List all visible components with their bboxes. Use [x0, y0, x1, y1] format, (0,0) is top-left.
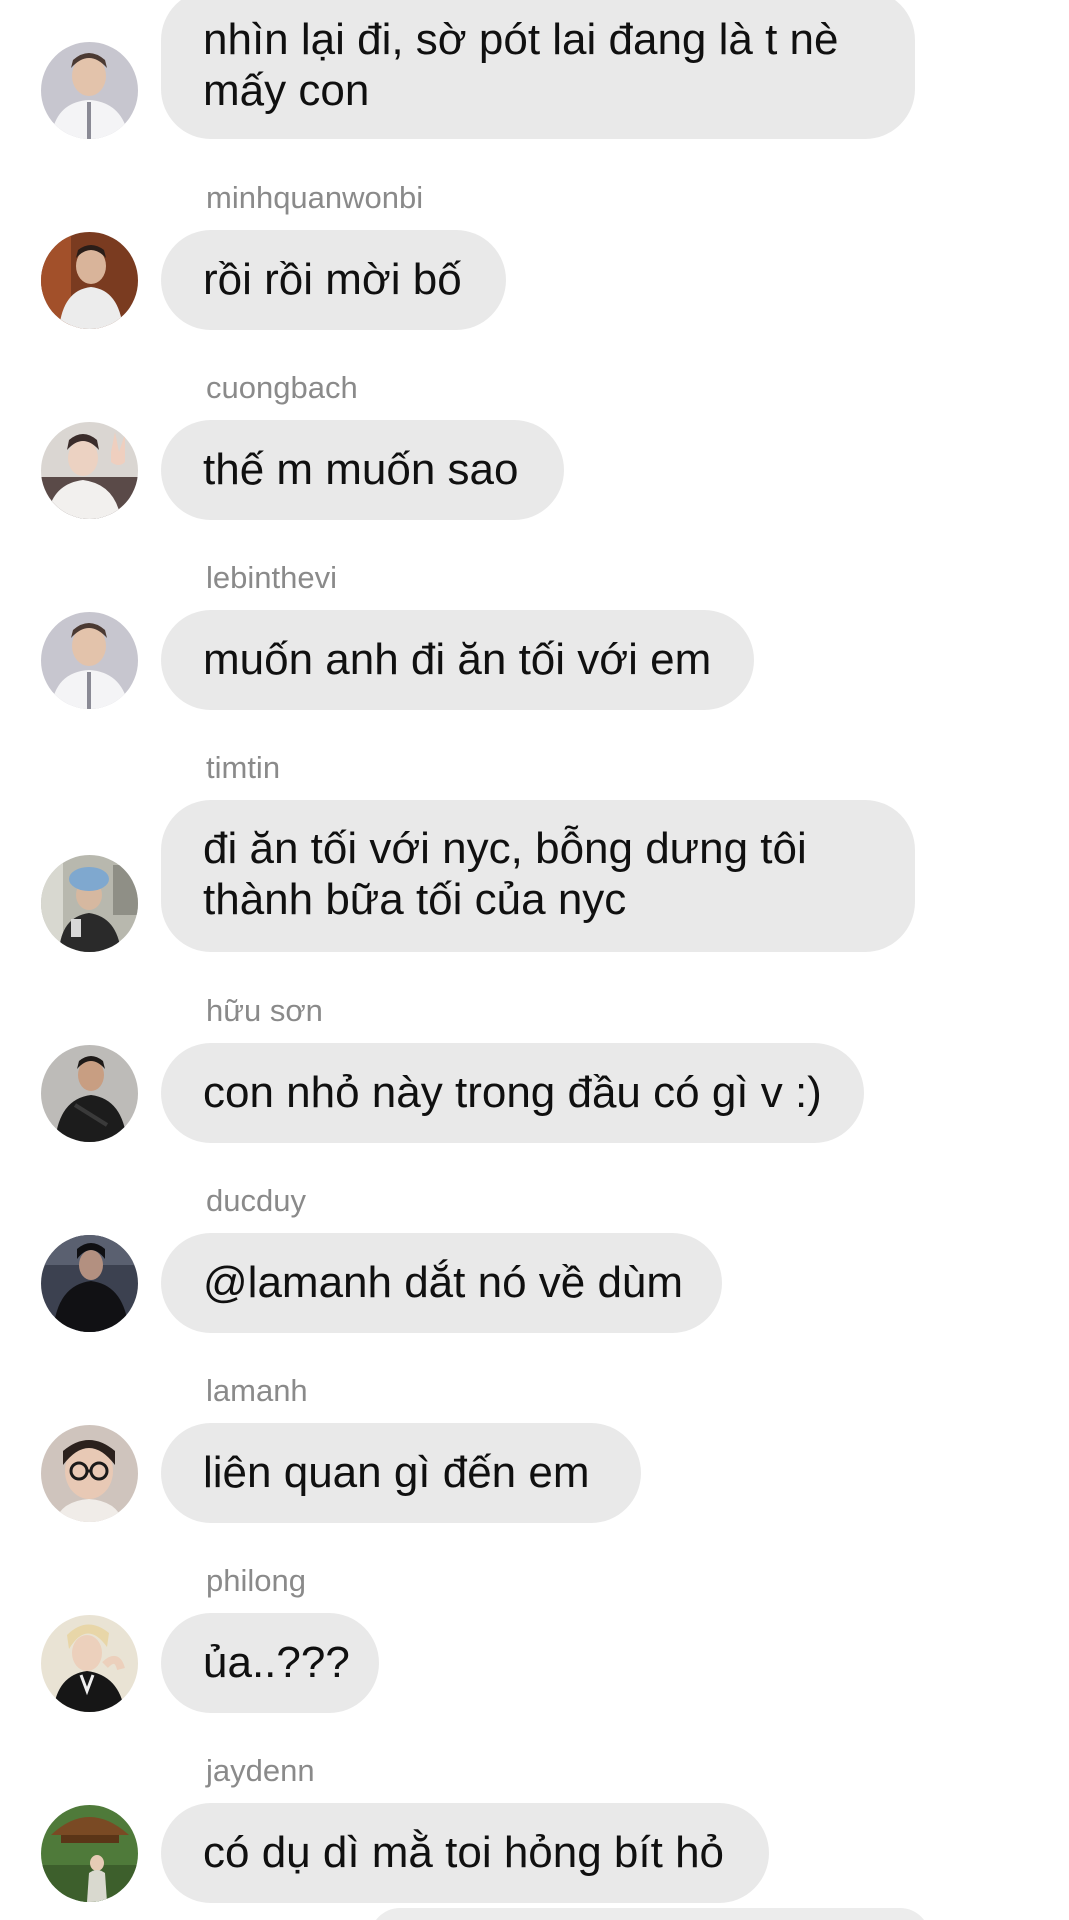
message-bubble[interactable]: liên quan gì đến em	[161, 1423, 641, 1523]
sender-name[interactable]: jaydenn	[206, 1753, 315, 1789]
sender-name[interactable]: minhquanwonbi	[206, 180, 423, 216]
sender-name[interactable]: lebinthevi	[206, 560, 337, 596]
avatar-blue-hat-icon[interactable]	[41, 855, 138, 952]
message-bubble[interactable]: thế m muốn sao	[161, 420, 564, 520]
message-line: thành bữa tối của nyc	[203, 875, 627, 924]
message-bubble[interactable]: @lamanh dắt nó về dùm	[161, 1233, 722, 1333]
sender-name[interactable]: philong	[206, 1563, 306, 1599]
sender-name[interactable]: lamanh	[206, 1373, 308, 1409]
avatar-glasses-icon[interactable]	[41, 1425, 138, 1522]
message-line: con nhỏ này trong đầu có gì v :)	[203, 1068, 822, 1117]
message-line: @lamanh dắt nó về dùm	[203, 1258, 684, 1307]
sender-name[interactable]: timtin	[206, 750, 280, 786]
message-bubble[interactable]: muốn anh đi ăn tối với em	[161, 610, 754, 710]
message-bubble[interactable]: nhìn lại đi, sờ pót lai đang là t nè mấy…	[161, 0, 915, 139]
avatar-brown-room-icon[interactable]	[41, 232, 138, 329]
message-bubble[interactable]: có dụ dì mằ toi hỏng bít hỏ	[161, 1803, 769, 1903]
message-line: nhìn lại đi, sờ pót lai đang là t nè	[203, 15, 839, 64]
message-line: rồi rồi mời bố	[203, 255, 462, 304]
next-message-bubble[interactable]	[370, 1908, 930, 1920]
chat-thread: nhìn lại đi, sờ pót lai đang là t nè mấy…	[0, 0, 1069, 1920]
message-bubble[interactable]: rồi rồi mời bố	[161, 230, 506, 330]
message-line: đi ăn tối với nyc, bỗng dưng tôi	[203, 824, 807, 873]
avatar-peace-sign-icon[interactable]	[41, 422, 138, 519]
avatar-blond-hair-icon[interactable]	[41, 1615, 138, 1712]
message-line: mấy con	[203, 66, 370, 115]
message-bubble[interactable]: ủa..???	[161, 1613, 379, 1713]
message-line: liên quan gì đến em	[203, 1448, 590, 1497]
message-line: ủa..???	[203, 1638, 350, 1687]
message-bubble[interactable]: đi ăn tối với nyc, bỗng dưng tôi thành b…	[161, 800, 915, 952]
sender-name[interactable]: hữu sơn	[206, 993, 323, 1029]
sender-name[interactable]: ducduy	[206, 1183, 306, 1219]
message-line: thế m muốn sao	[203, 445, 519, 494]
avatar-white-jacket-icon[interactable]	[41, 612, 138, 709]
sender-name[interactable]: cuongbach	[206, 370, 358, 406]
avatar-white-jacket-icon[interactable]	[41, 42, 138, 139]
message-line: có dụ dì mằ toi hỏng bít hỏ	[203, 1828, 725, 1877]
avatar-dark-outfit-icon[interactable]	[41, 1045, 138, 1142]
message-bubble[interactable]: con nhỏ này trong đầu có gì v :)	[161, 1043, 864, 1143]
avatar-garden-icon[interactable]	[41, 1805, 138, 1902]
avatar-black-hoodie-icon[interactable]	[41, 1235, 138, 1332]
message-line: muốn anh đi ăn tối với em	[203, 635, 712, 684]
